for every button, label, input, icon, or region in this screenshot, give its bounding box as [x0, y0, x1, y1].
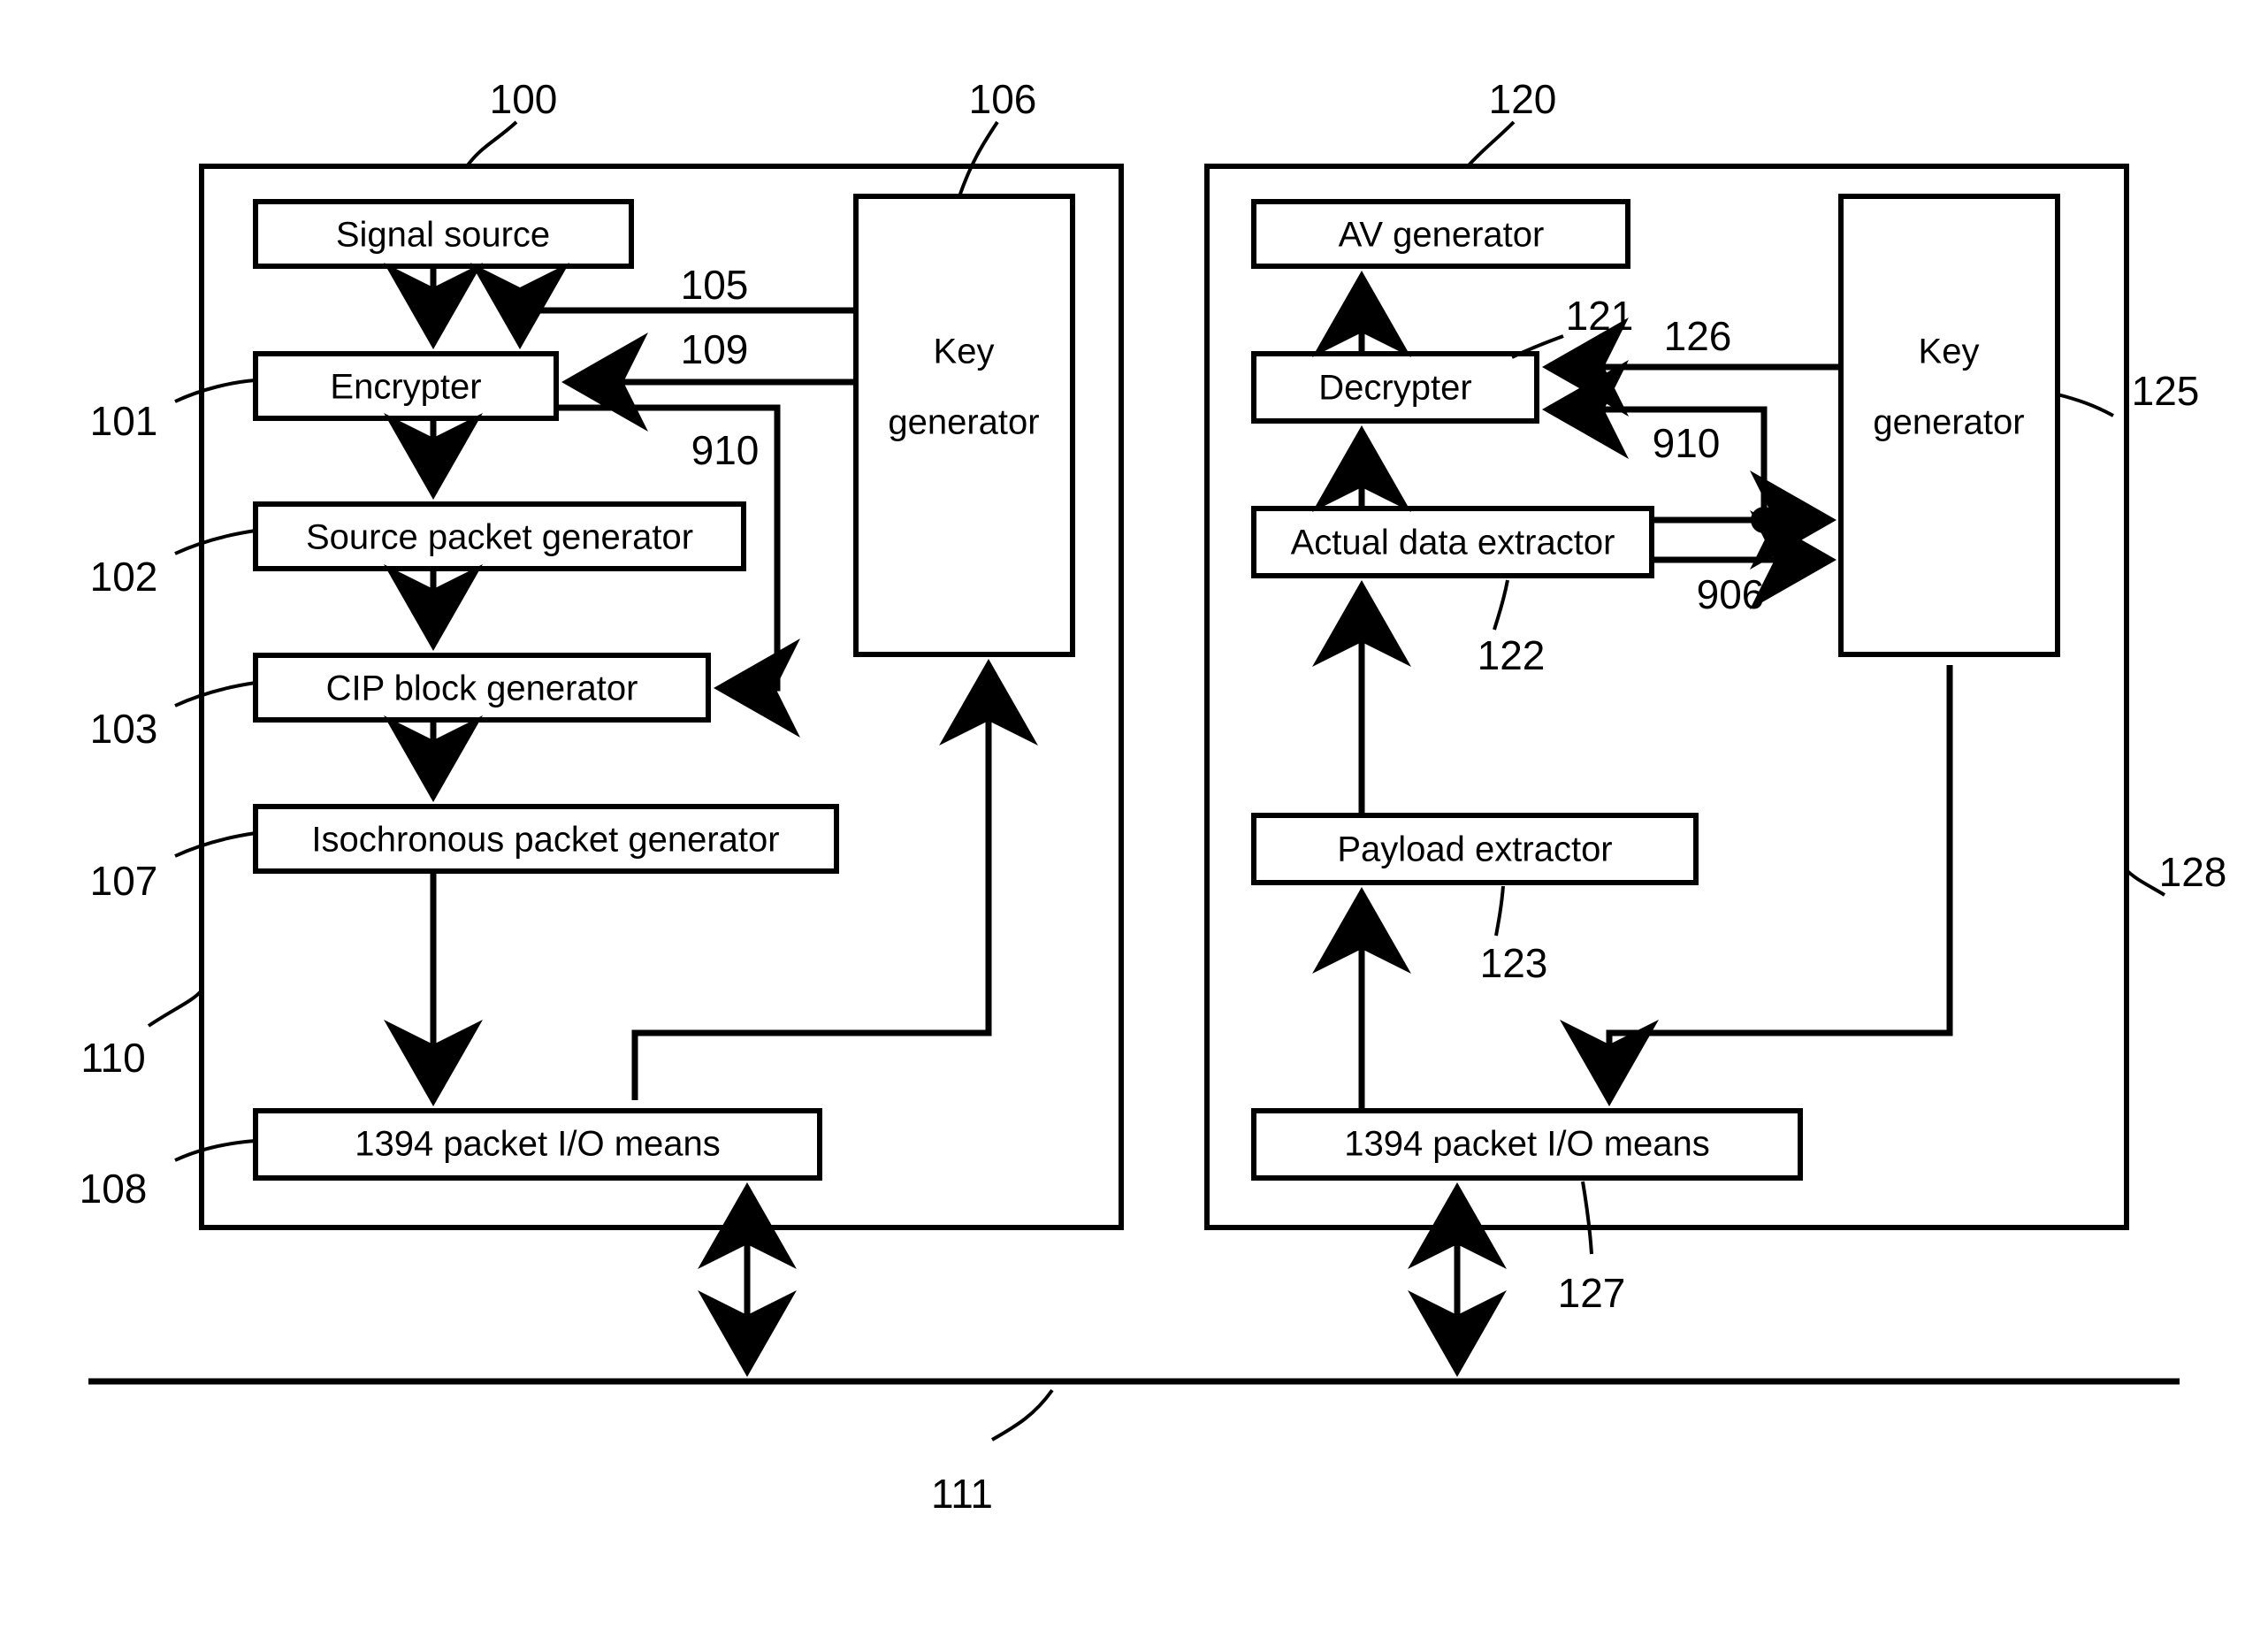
block-source-packet-generator-label: Source packet generator [306, 518, 693, 557]
ref-127: 127 [1558, 1270, 1626, 1316]
block-payload-extractor-label: Payload extractor [1337, 830, 1612, 869]
ref-110: 110 [80, 1035, 145, 1081]
block-tx-key-generator-line1: Key [934, 333, 995, 371]
ref-100: 100 [490, 76, 558, 122]
ref-101: 101 [90, 398, 158, 444]
block-rx-key-generator-line2: generator [1873, 403, 2024, 442]
ref-106: 106 [969, 76, 1037, 122]
ref-111: 111 [931, 1471, 993, 1517]
ref-123: 123 [1480, 940, 1548, 986]
ref-105: 105 [681, 262, 749, 308]
block-cip-block-generator-label: CIP block generator [326, 669, 638, 708]
ref-121: 121 [1566, 293, 1634, 339]
leader-107 [174, 831, 256, 858]
leader-100 [465, 120, 518, 168]
leader-111 [991, 1388, 1054, 1442]
ref-128: 128 [2159, 849, 2227, 895]
ref-109: 109 [681, 326, 749, 372]
block-actual-data-extractor-label: Actual data extractor [1291, 524, 1615, 562]
diagram-svg: 100 Signal source Encrypter Source packe… [80, 76, 2227, 1517]
ref-126: 126 [1664, 313, 1732, 359]
leader-101 [174, 379, 256, 403]
block-encrypter-label: Encrypter [330, 368, 481, 407]
arrow-packet-io-to-key-generator [631, 659, 1038, 1100]
ref-125: 125 [2132, 368, 2200, 414]
ref-102: 102 [90, 554, 158, 600]
ref-120: 120 [1489, 76, 1557, 122]
ref-122: 122 [1478, 632, 1546, 678]
leader-127 [1581, 1181, 1593, 1255]
leader-110 [147, 989, 203, 1028]
block-tx-key-generator-line2: generator [888, 403, 1039, 442]
leader-125 [2057, 393, 2114, 417]
leader-108 [174, 1139, 256, 1162]
figure-canvas: 100 Signal source Encrypter Source packe… [0, 0, 2268, 1629]
leader-102 [174, 529, 256, 555]
block-rx-packet-io-label: 1394 packet I/O means [1344, 1125, 1710, 1164]
junction-dot [1751, 507, 1777, 533]
ref-910-tx: 910 [691, 427, 760, 473]
ref-910-rx: 910 [1653, 420, 1721, 466]
ref-108: 108 [80, 1166, 148, 1212]
block-av-generator-label: AV generator [1339, 216, 1545, 255]
block-rx-key-generator-line1: Key [1919, 333, 1980, 371]
ref-107: 107 [90, 858, 158, 904]
leader-123 [1494, 885, 1505, 937]
ref-103: 103 [90, 706, 158, 752]
leader-103 [174, 681, 256, 707]
leader-120 [1466, 120, 1516, 168]
leader-122 [1493, 579, 1509, 631]
ref-906: 906 [1697, 571, 1765, 617]
leader-106 [958, 120, 999, 197]
block-decrypter-label: Decrypter [1318, 369, 1471, 408]
block-signal-source-label: Signal source [336, 216, 550, 255]
block-isochronous-packet-generator-label: Isochronous packet generator [311, 821, 779, 860]
block-tx-packet-io-label: 1394 packet I/O means [355, 1125, 721, 1164]
